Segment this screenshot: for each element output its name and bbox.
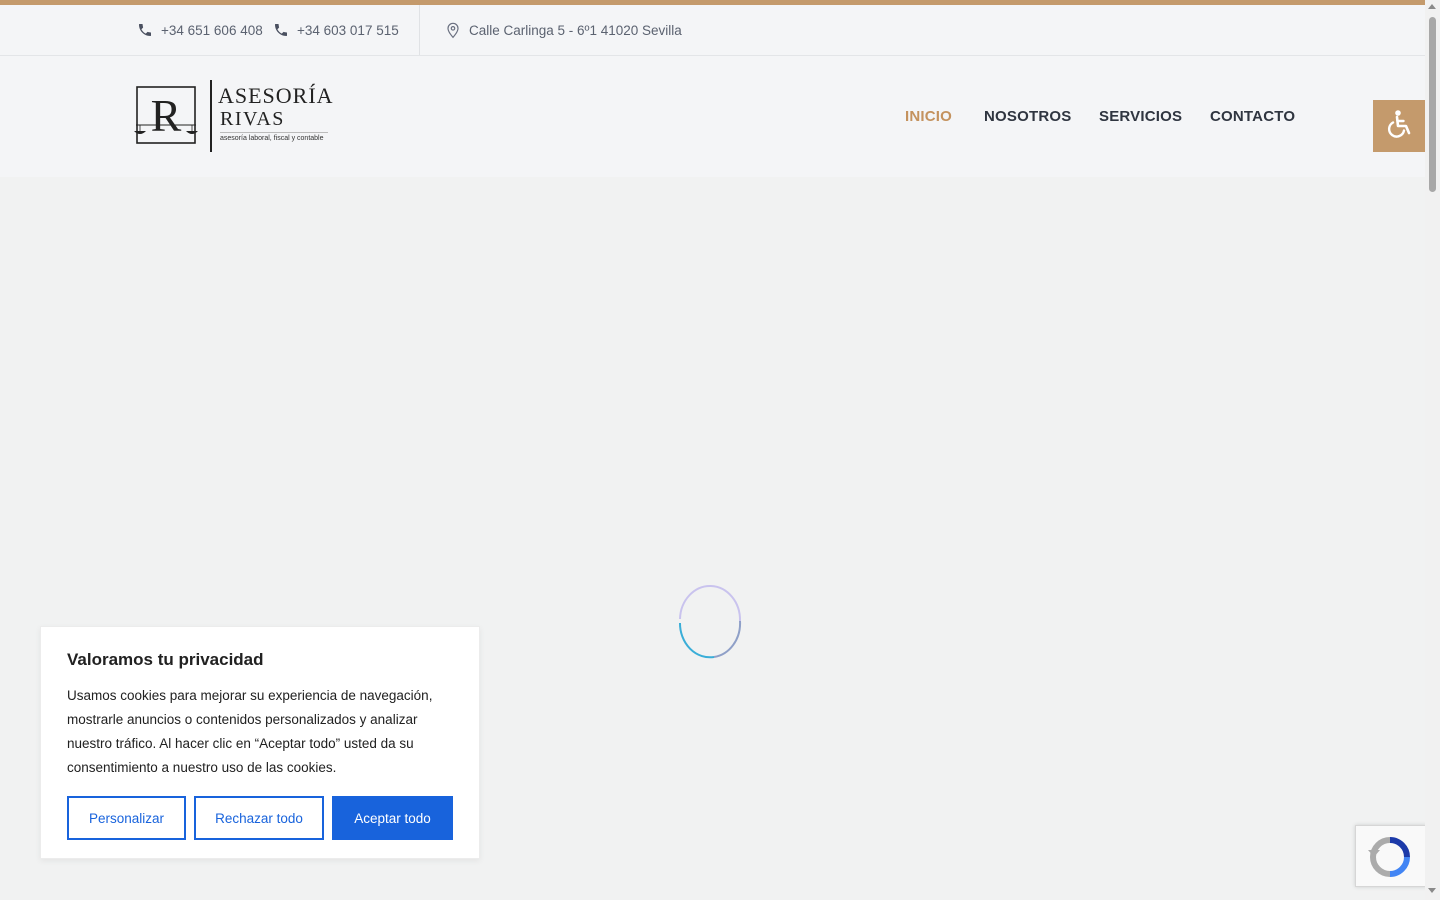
scrollbar-thumb[interactable] <box>1429 17 1436 192</box>
cookie-description: Usamos cookies para mejorar su experienc… <box>67 688 433 775</box>
accessibility-button[interactable] <box>1373 100 1425 152</box>
nav-label-nosotros[interactable]: NOSOTROS <box>984 108 1071 125</box>
wheelchair-icon <box>1383 108 1415 145</box>
nav-label-contacto[interactable]: CONTACTO <box>1210 108 1295 125</box>
nav-item-nosotros[interactable]: NOSOTROS <box>984 56 1071 177</box>
cookie-title: Valoramos tu privacidad <box>67 650 264 669</box>
scroll-up-icon[interactable] <box>1428 4 1436 9</box>
site-header: R ASESORÍA RIVAS asesoría laboral, fisca… <box>0 56 1425 177</box>
logo-line-2: RIVAS <box>220 108 285 130</box>
nav-item-inicio[interactable]: INICIO <box>905 56 952 177</box>
logo-monogram: R <box>134 85 198 145</box>
nav-label-servicios[interactable]: SERVICIOS <box>1099 108 1182 125</box>
recaptcha-icon <box>1356 837 1428 892</box>
nav-item-contacto[interactable]: CONTACTO <box>1210 56 1295 177</box>
phone-number-2: +34 603 017 515 <box>297 22 399 38</box>
top-contact-bar: +34 651 606 408 +34 603 017 515 Calle Ca… <box>0 5 1425 56</box>
phone-icon <box>273 22 289 38</box>
logo-tagline: asesoría laboral, fiscal y contable <box>220 135 324 142</box>
phone-link-2[interactable]: +34 603 017 515 <box>273 5 399 55</box>
site-logo[interactable]: R ASESORÍA RIVAS asesoría laboral, fisca… <box>134 80 334 154</box>
svg-text:R: R <box>151 90 182 141</box>
map-pin-icon <box>445 21 461 39</box>
accept-all-button[interactable]: Aceptar todo <box>332 796 453 840</box>
address-text: Calle Carlinga 5 - 6º1 41020 Sevilla <box>469 22 682 38</box>
topbar-divider <box>419 5 420 55</box>
loading-spinner <box>674 583 744 661</box>
logo-rule <box>220 132 328 133</box>
nav-item-servicios[interactable]: SERVICIOS <box>1099 56 1182 177</box>
phone-link-1[interactable]: +34 651 606 408 <box>137 5 263 55</box>
address-link[interactable]: Calle Carlinga 5 - 6º1 41020 Sevilla <box>445 5 682 55</box>
phone-number-1: +34 651 606 408 <box>161 22 263 38</box>
cookie-consent-banner: Valoramos tu privacidad Usamos cookies p… <box>40 626 480 859</box>
logo-divider <box>210 80 212 152</box>
scroll-down-icon[interactable] <box>1428 888 1436 893</box>
logo-line-1: ASESORÍA <box>218 83 334 108</box>
nav-label-inicio[interactable]: INICIO <box>905 108 952 125</box>
reject-all-button[interactable]: Rechazar todo <box>194 796 324 840</box>
recaptcha-badge[interactable] <box>1355 825 1427 887</box>
customize-button[interactable]: Personalizar <box>67 796 186 840</box>
phone-icon <box>137 22 153 38</box>
